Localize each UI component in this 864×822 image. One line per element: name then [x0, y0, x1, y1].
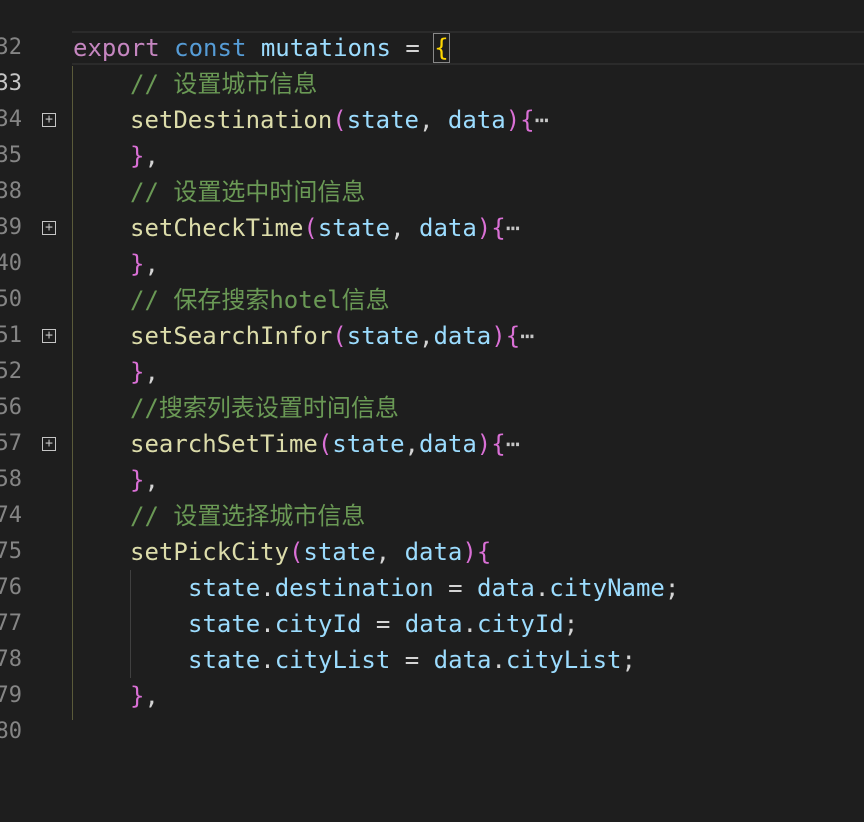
code-line[interactable]: 50 }, [0, 246, 864, 312]
code-comment: // 设置选择城市信息 [130, 502, 366, 530]
code-line[interactable]: 32 [0, 0, 864, 60]
code-text: state.cityId = data.cityId; [188, 610, 579, 638]
code-editor[interactable]: 32 33 export const mutations = { 34 // 设… [0, 0, 864, 744]
code-line[interactable]: 34 // 设置城市信息 [0, 66, 864, 132]
code-text: export const mutations = { [73, 33, 450, 63]
code-comment: // 保存搜索hotel信息 [130, 286, 390, 314]
code-line[interactable]: 58 + searchSetTime(state,data){⋯ [0, 426, 864, 492]
code-line[interactable]: 76 setPickCity(state, data){ [0, 534, 864, 600]
code-line[interactable]: 52 + setSearchInfor(state,data){⋯ [0, 318, 864, 384]
code-line[interactable]: 38 }, [0, 138, 864, 204]
expand-plus-icon[interactable]: + [42, 113, 56, 127]
code-line-active[interactable]: 33 export const mutations = { [0, 30, 864, 96]
code-line[interactable]: 80 }, [0, 678, 864, 744]
code-line[interactable]: 77 state.destination = data.cityName; [0, 570, 864, 636]
code-comment: //搜索列表设置时间信息 [130, 394, 399, 422]
code-line[interactable]: 39 // 设置选中时间信息 [0, 174, 864, 240]
code-text: }, [130, 250, 159, 278]
folded-ellipsis: ⋯ [520, 322, 535, 350]
code-line[interactable]: 51 // 保存搜索hotel信息 [0, 282, 864, 348]
code-line[interactable]: 75 // 设置选择城市信息 [0, 498, 864, 564]
code-text: setDestination(state, data){⋯ [130, 106, 550, 134]
code-line[interactable]: 57 //搜索列表设置时间信息 [0, 390, 864, 456]
code-text: setCheckTime(state, data){⋯ [130, 214, 521, 242]
code-text: setPickCity(state, data){ [130, 538, 492, 566]
code-comment: // 设置选中时间信息 [130, 178, 366, 206]
code-line[interactable]: 79 state.cityList = data.cityList; [0, 642, 864, 708]
code-line[interactable]: 35 + setDestination(state, data){⋯ [0, 102, 864, 168]
code-text: state.destination = data.cityName; [188, 574, 680, 602]
code-comment: // 设置城市信息 [130, 70, 318, 98]
code-text: }, [130, 142, 159, 170]
folded-ellipsis: ⋯ [534, 106, 550, 134]
expand-plus-icon[interactable]: + [42, 221, 56, 235]
expand-plus-icon[interactable]: + [42, 329, 56, 343]
code-line[interactable]: 74 }, [0, 462, 864, 528]
code-text: state.cityList = data.cityList; [188, 646, 636, 674]
code-text: }, [130, 466, 159, 494]
code-line[interactable]: 78 state.cityId = data.cityId; [0, 606, 864, 672]
folded-ellipsis: ⋯ [505, 214, 521, 242]
code-text: setSearchInfor(state,data){⋯ [130, 322, 535, 350]
matched-brace: { [433, 33, 450, 63]
folded-ellipsis: ⋯ [505, 430, 521, 458]
code-line[interactable]: 40 + setCheckTime(state, data){⋯ [0, 210, 864, 276]
expand-plus-icon[interactable]: + [42, 437, 56, 451]
code-text: searchSetTime(state,data){⋯ [130, 430, 521, 458]
code-line[interactable]: 56 }, [0, 354, 864, 420]
line-number: 80 [0, 719, 22, 744]
code-text: }, [130, 682, 159, 710]
code-text: }, [130, 358, 159, 386]
